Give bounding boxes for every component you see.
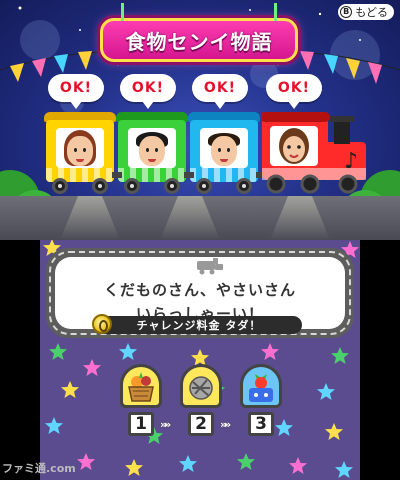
car-coupling: [112, 172, 122, 178]
spotlight: [270, 196, 330, 240]
music-note-icon: ♪: [344, 149, 358, 174]
step-2-grinder-icon[interactable]: [180, 364, 222, 408]
train-car-green[interactable]: [116, 112, 188, 194]
b-button-icon: B: [340, 6, 353, 18]
grinder-icon: [189, 376, 213, 400]
car-coupling: [184, 172, 194, 178]
step-arrow-icon: »»: [220, 418, 231, 431]
sign-strap: [121, 3, 124, 21]
step-arrow-icon: »»: [160, 418, 171, 431]
train-car-yellow[interactable]: [44, 112, 116, 194]
train-car-blue[interactable]: [188, 112, 260, 194]
sign-strap: [274, 3, 277, 21]
top-screen: 食物センイ物語 B もどる OK! OK! OK! OK! ♪: [0, 0, 400, 240]
locomotive[interactable]: ♪: [262, 112, 378, 194]
back-button-label: もどる: [355, 6, 388, 19]
ok-bubble: OK!: [192, 74, 248, 109]
tomato-character-icon: [249, 374, 273, 402]
train-icon: [197, 258, 223, 275]
challenge-fee-bar: チャレンジ料金 タダ！: [96, 316, 302, 334]
spotlight: [160, 196, 220, 240]
bottom-screen: くだものさん、やさいさん いらっしゃーい！ チャレンジ料金 タダ！ 1 »» 2…: [40, 240, 360, 480]
step-3-tomato-icon[interactable]: [240, 364, 282, 408]
mii-avatar-3: [200, 128, 248, 168]
fruit-basket-icon: [128, 372, 154, 402]
step-1-fruit-basket-icon[interactable]: [120, 364, 162, 408]
page-title: 食物センイ物語: [125, 29, 273, 54]
message-line-1: くだものさん、やさいさん: [103, 281, 296, 299]
spotlight: [60, 196, 120, 240]
mii-avatar-2: [128, 128, 176, 168]
wheel: [92, 178, 108, 194]
title-sign: 食物センイ物語: [100, 3, 298, 62]
step-number-1: 1: [128, 412, 154, 436]
coin-icon: [92, 314, 112, 334]
station-platform: [0, 196, 400, 240]
step-number-2: 2: [188, 412, 214, 436]
ok-bubble: OK!: [266, 74, 322, 109]
ok-bubble: OK!: [120, 74, 176, 109]
site-watermark: ファミ通.com: [2, 462, 76, 475]
mii-avatar-1: [56, 128, 104, 168]
wheel: [52, 178, 68, 194]
step-number-3: 3: [248, 412, 274, 436]
ok-bubble: OK!: [48, 74, 104, 109]
back-button[interactable]: B もどる: [338, 4, 394, 20]
